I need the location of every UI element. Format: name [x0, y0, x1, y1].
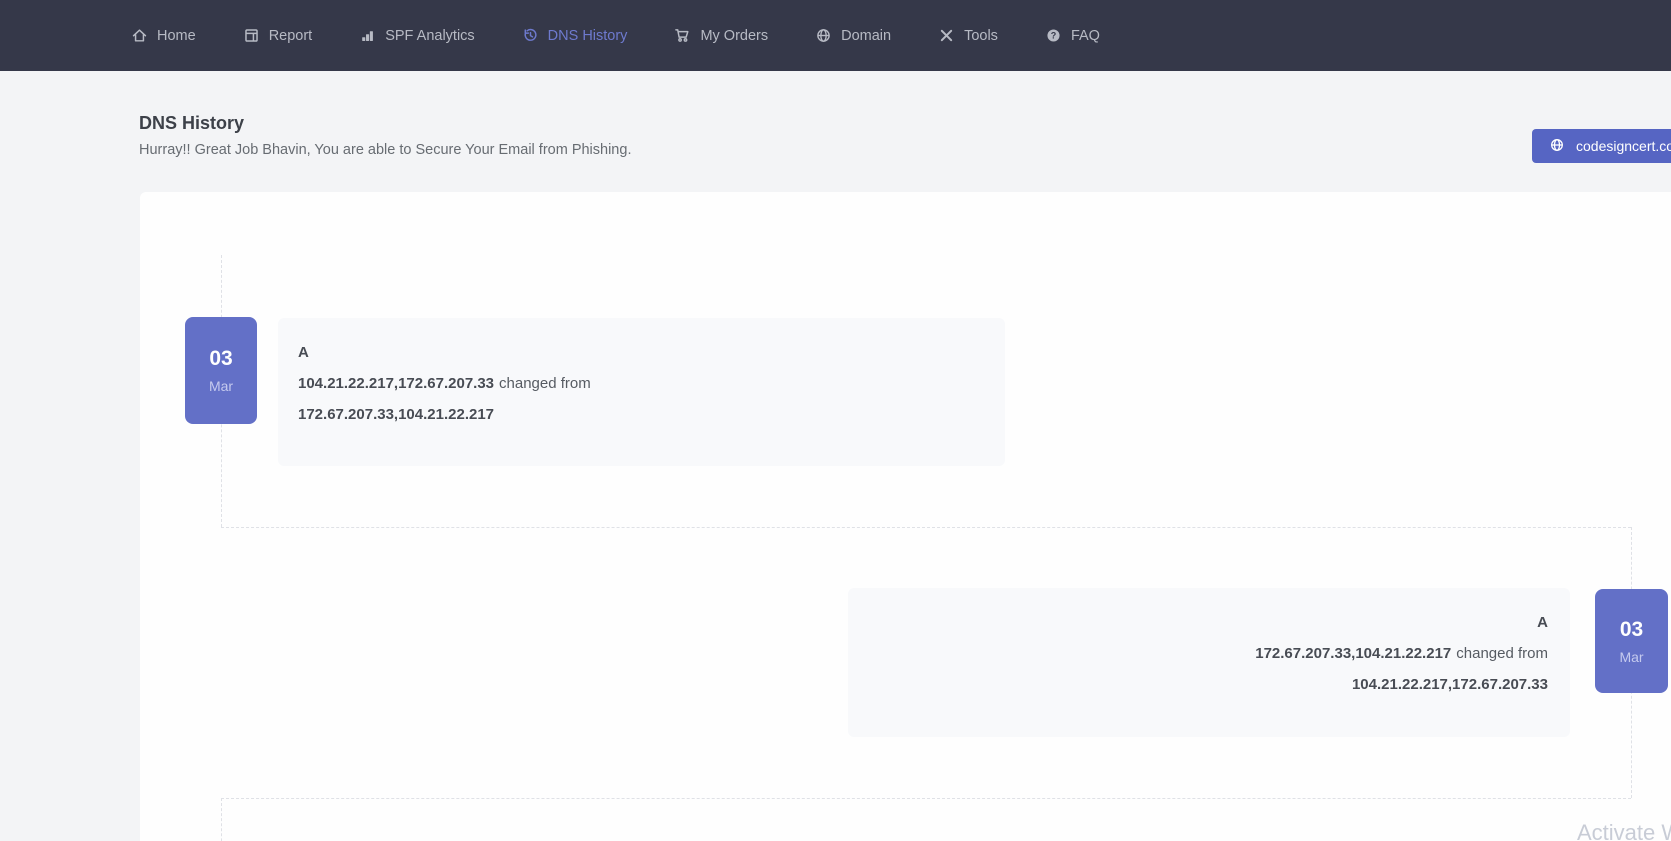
- nav-item-dns-history[interactable]: DNS History: [522, 27, 628, 44]
- activate-watermark: Activate Wi: [1577, 820, 1671, 841]
- timeline-connector-horizontal: [221, 798, 1631, 799]
- new-value: 172.67.207.33,104.21.22.217: [1255, 645, 1451, 662]
- record-type: A: [298, 344, 983, 361]
- date-day: 03: [1620, 618, 1643, 642]
- domain-button-label: codesigncert.co: [1576, 138, 1671, 154]
- nav-label: Tools: [964, 28, 998, 44]
- nav-item-spf-analytics[interactable]: SPF Analytics: [359, 27, 474, 44]
- globe-icon: [1549, 137, 1565, 156]
- date-day: 03: [209, 347, 232, 371]
- nav-item-report[interactable]: Report: [243, 27, 313, 44]
- nav-label: FAQ: [1071, 28, 1100, 44]
- old-value: 172.67.207.33,104.21.22.217: [298, 406, 494, 423]
- date-month: Mar: [209, 378, 233, 394]
- date-month: Mar: [1619, 649, 1643, 665]
- timeline-date-badge: 03 Mar: [1595, 589, 1668, 693]
- nav-item-home[interactable]: Home: [131, 27, 196, 44]
- domain-button[interactable]: codesigncert.co: [1532, 129, 1671, 163]
- change-line: 104.21.22.217,172.67.207.33 changed from: [298, 375, 983, 392]
- nav-label: Home: [157, 28, 196, 44]
- report-icon: [243, 27, 260, 44]
- dns-change-card: A 104.21.22.217,172.67.207.33 changed fro…: [278, 318, 1005, 466]
- nav-label: Report: [269, 28, 313, 44]
- globe-icon: [815, 27, 832, 44]
- nav-label: DNS History: [548, 28, 628, 44]
- changed-from-text: changed from: [499, 375, 591, 392]
- nav-label: Domain: [841, 28, 891, 44]
- old-value: 104.21.22.217,172.67.207.33: [1352, 676, 1548, 693]
- page-title: DNS History: [139, 113, 244, 134]
- record-type: A: [868, 614, 1548, 631]
- content-panel: 03 Mar A 104.21.22.217,172.67.207.33 chan…: [140, 192, 1671, 841]
- nav-label: SPF Analytics: [385, 28, 474, 44]
- bar-chart-icon: [359, 27, 376, 44]
- dns-change-card: A 172.67.207.33,104.21.22.217 changed fro…: [848, 588, 1570, 737]
- nav-label: My Orders: [700, 28, 768, 44]
- nav-item-my-orders[interactable]: My Orders: [674, 27, 768, 44]
- nav-item-tools[interactable]: Tools: [938, 27, 998, 44]
- change-line: 172.67.207.33,104.21.22.217 changed from: [868, 645, 1548, 662]
- timeline-date-badge: 03 Mar: [185, 317, 257, 424]
- old-value-line: 104.21.22.217,172.67.207.33: [868, 676, 1548, 693]
- nav-item-domain[interactable]: Domain: [815, 27, 891, 44]
- page-subtitle: Hurray!! Great Job Bhavin, You are able …: [139, 142, 631, 158]
- timeline-connector-vertical: [221, 798, 222, 841]
- svg-text:?: ?: [1051, 31, 1057, 41]
- tools-icon: [938, 27, 955, 44]
- top-navbar: Home Report SPF Analytics DNS History My…: [0, 0, 1671, 71]
- nav-item-faq[interactable]: ? FAQ: [1045, 27, 1100, 44]
- history-icon: [522, 27, 539, 44]
- timeline-connector-horizontal: [221, 527, 1631, 528]
- question-icon: ?: [1045, 27, 1062, 44]
- cart-icon: [674, 27, 691, 44]
- old-value-line: 172.67.207.33,104.21.22.217: [298, 406, 983, 423]
- changed-from-text: changed from: [1456, 645, 1548, 662]
- new-value: 104.21.22.217,172.67.207.33: [298, 375, 494, 392]
- home-icon: [131, 27, 148, 44]
